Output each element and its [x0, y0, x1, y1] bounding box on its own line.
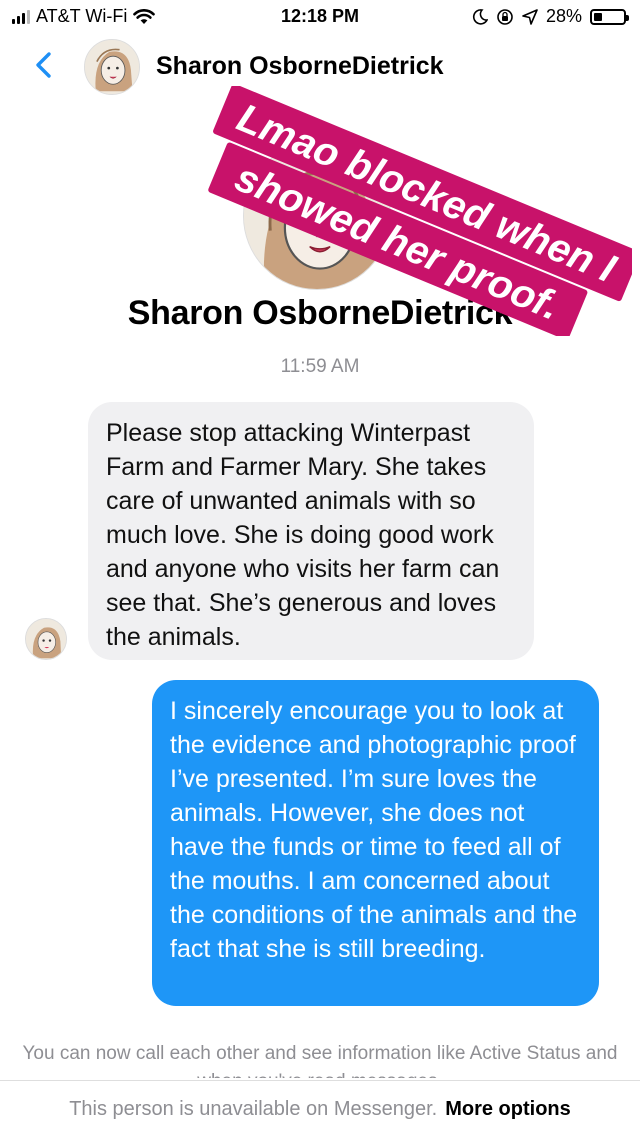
- story-text-sticker: Lmao blocked when I showed her proof.: [208, 86, 632, 336]
- outgoing-message-bubble[interactable]: I sincerely encourage you to look at the…: [152, 680, 599, 1006]
- header-avatar[interactable]: [84, 39, 140, 95]
- message-timestamp: 11:59 AM: [280, 356, 360, 377]
- battery-percent: 28%: [545, 6, 582, 26]
- unavailable-footer: This person is unavailable on Messenger.…: [0, 1080, 640, 1137]
- profile-drawing-image: [26, 619, 66, 659]
- battery-icon: [590, 8, 629, 25]
- more-options-button[interactable]: More options: [445, 1098, 571, 1121]
- active-status-info-note: You can now call each other and see info…: [22, 1043, 618, 1078]
- incoming-message-bubble[interactable]: Please stop attacking Winterpast Farm an…: [88, 402, 534, 660]
- header-contact-name[interactable]: Sharon OsborneDietrick: [156, 52, 444, 81]
- chevron-left-icon: [36, 52, 51, 78]
- sender-avatar[interactable]: [25, 618, 67, 660]
- back-button[interactable]: [30, 50, 60, 80]
- rotation-lock-icon: [497, 8, 513, 25]
- status-right: 28%: [472, 6, 629, 27]
- status-bar: AT&T Wi-Fi 12:18 PM 28%: [0, 0, 640, 34]
- profile-drawing-image: [85, 40, 139, 94]
- unavailable-text: This person is unavailable on Messenger.: [69, 1097, 438, 1120]
- location-arrow-icon: [522, 8, 538, 25]
- battery-level: [594, 12, 602, 21]
- moon-icon: [472, 8, 488, 25]
